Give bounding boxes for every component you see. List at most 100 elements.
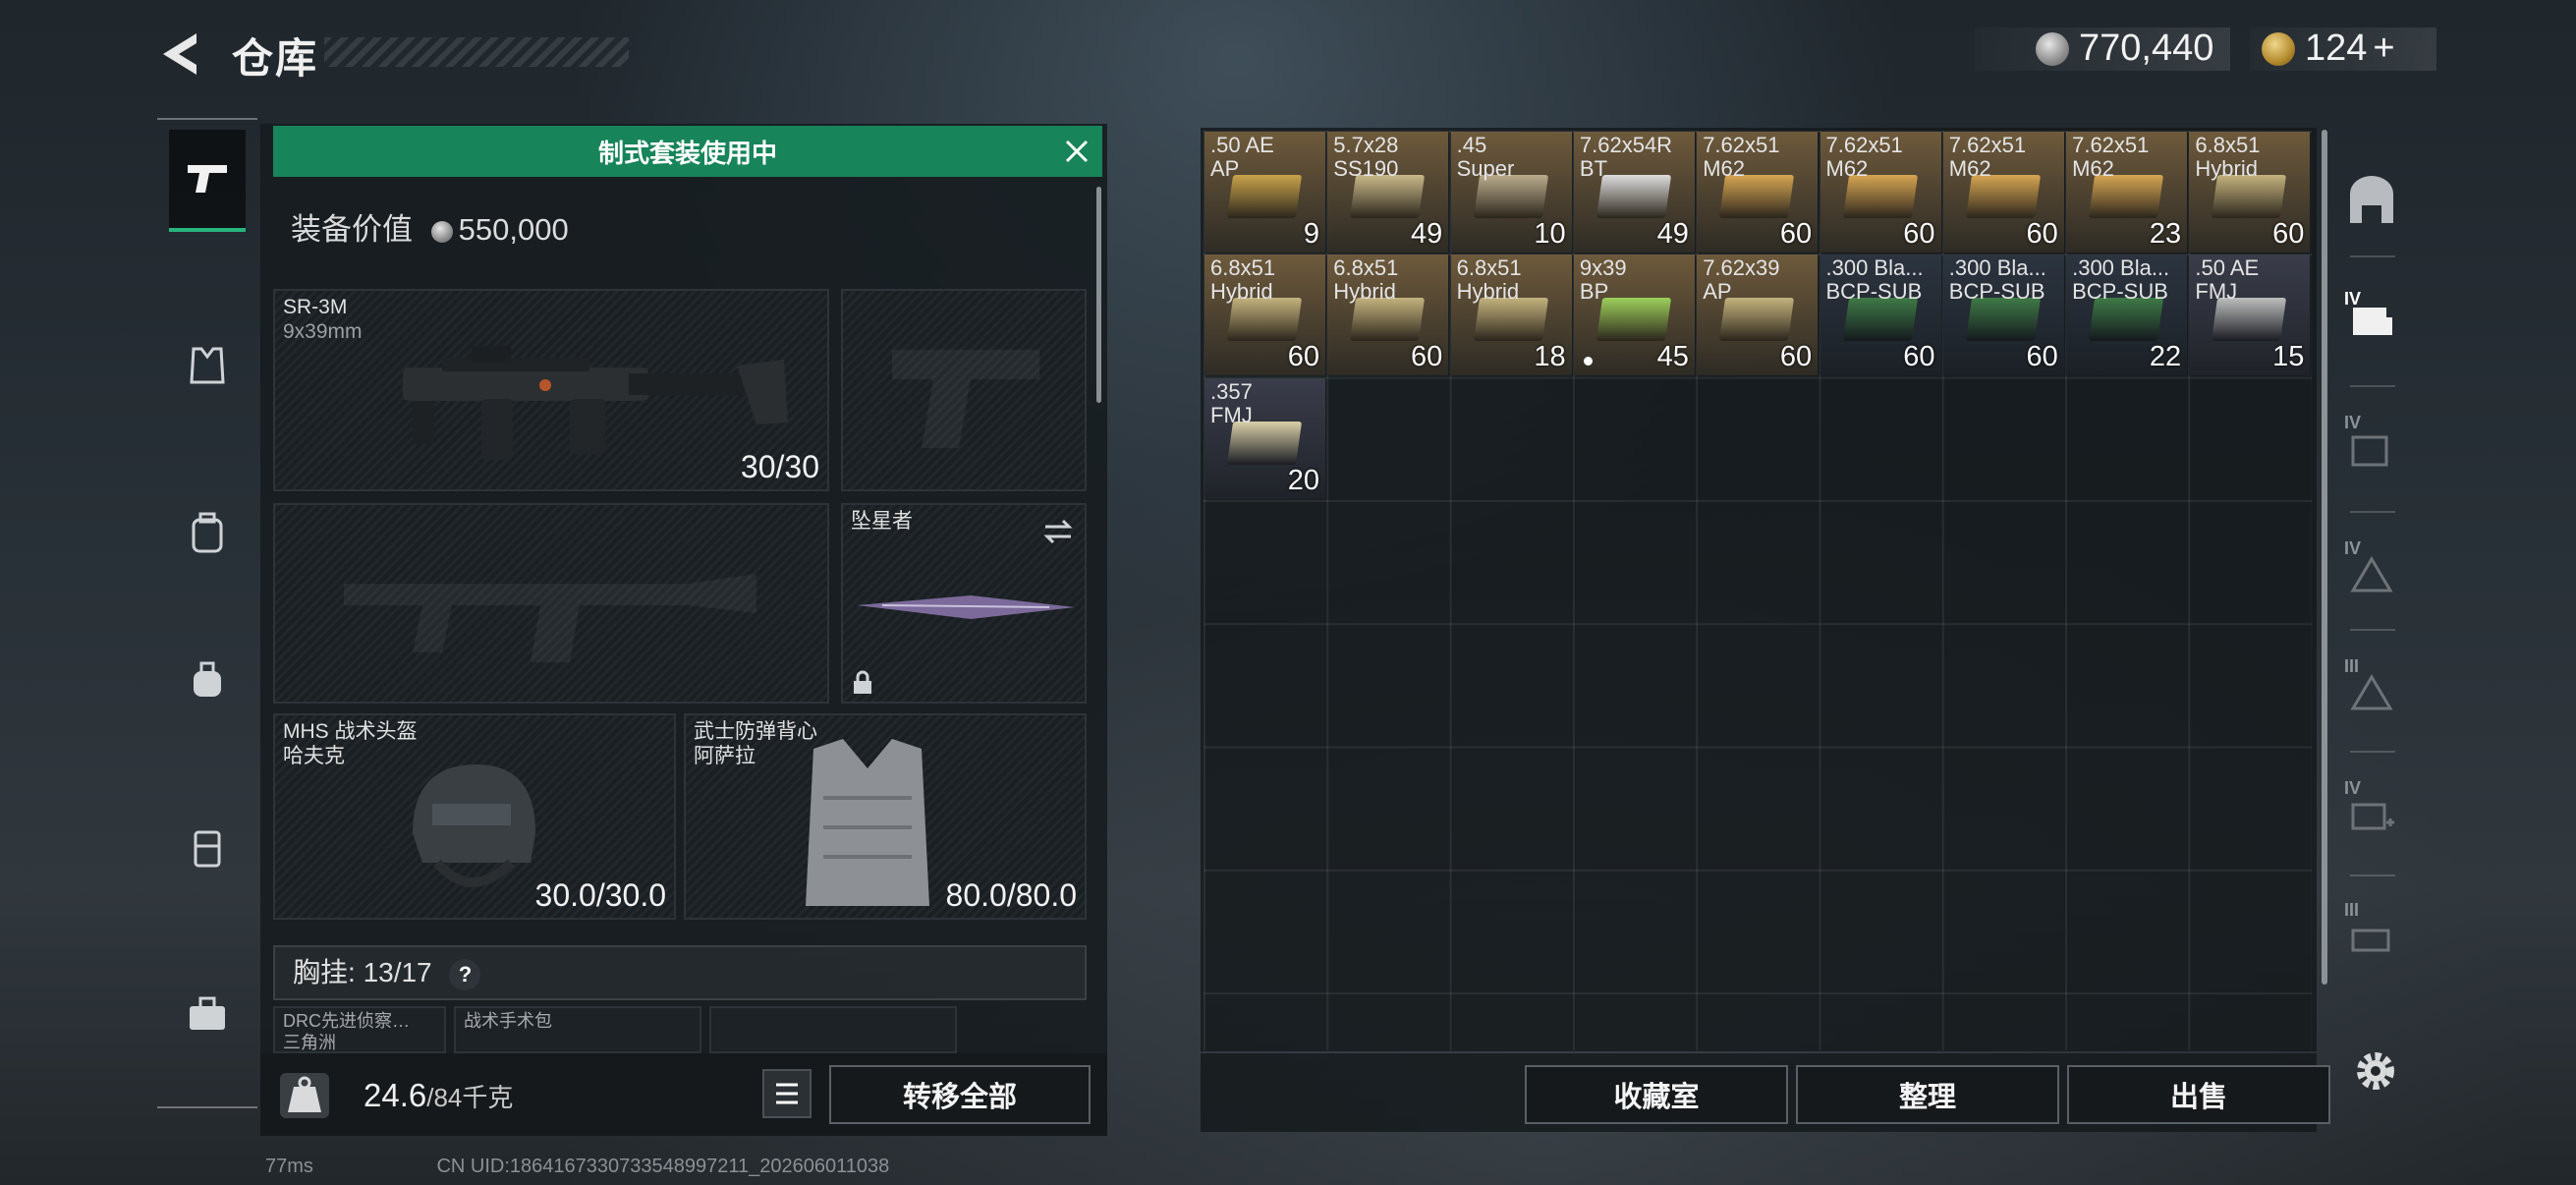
stash-ammo-item[interactable]: 7.62x51 M62 23	[2066, 132, 2188, 253]
stash-ammo-item[interactable]: .357 FMJ 20	[1204, 377, 1325, 499]
ammo-caliber: 7.62x51 M62	[2072, 133, 2150, 181]
settings-gear-icon[interactable]	[2350, 1045, 2401, 1097]
nav-case[interactable]	[169, 965, 246, 1063]
stash-scrollbar[interactable]	[2322, 130, 2327, 985]
ammo-caliber: .50 AE AP	[1210, 133, 1274, 181]
stash-ammo-item[interactable]: .300 Bla... BCP-SUB 22	[2066, 254, 2188, 376]
ammo-caliber: 6.8x51 Hybrid	[1210, 255, 1276, 305]
mini-slot-3[interactable]	[709, 1006, 957, 1053]
stash-ammo-item[interactable]: 6.8x51 Hybrid 18	[1450, 254, 1572, 376]
ammo-caliber: 7.62x51 M62	[1825, 133, 1903, 181]
ammo-box-icon	[1226, 421, 1303, 465]
ammo-count: 60	[2026, 218, 2058, 250]
nav-weapons[interactable]	[169, 130, 246, 232]
ping-value: 77ms	[265, 1156, 313, 1177]
stash-ammo-item[interactable]: .50 AE AP 9	[1204, 132, 1325, 253]
stash-tab-3[interactable]: IV	[2328, 521, 2415, 629]
weapon-name: SR-3M	[283, 296, 348, 318]
ammo-count: 60	[1903, 218, 1935, 250]
briefcase-icon	[190, 996, 225, 1030]
chest-rig-label: 胸挂:	[293, 957, 356, 988]
ammo-caliber: .300 Bla... BCP-SUB	[1825, 255, 1924, 305]
transfer-all-button[interactable]: 转移全部	[829, 1065, 1091, 1124]
stash-ammo-item[interactable]: 5.7x28 SS190 49	[1327, 132, 1449, 253]
ammo-box-icon	[1473, 298, 1548, 342]
stash-ammo-item[interactable]: 7.62x39 AP 60	[1697, 254, 1819, 376]
weight-icon	[280, 1073, 329, 1118]
ammo-count: 60	[1287, 341, 1319, 373]
secondary-weapon-slot-empty[interactable]	[273, 503, 829, 704]
stash-ammo-item[interactable]: 7.62x54R BT 49	[1573, 132, 1695, 253]
stash-tab-5[interactable]: IV	[2328, 761, 2415, 869]
helmet-slot[interactable]: MHS 战术头盔 哈夫克 30.0/30.0	[273, 713, 676, 920]
premium-currency[interactable]: 124 +	[2250, 28, 2436, 71]
melee-slot[interactable]: 坠星者	[841, 503, 1087, 704]
ammo-count: 60	[1903, 341, 1935, 373]
stash-ammo-item[interactable]: 6.8x51 Hybrid 60	[2189, 132, 2311, 253]
stash-ammo-item[interactable]: 9x39 BP 45	[1573, 254, 1695, 376]
stash-ammo-item[interactable]: .300 Bla... BCP-SUB 60	[1942, 254, 2064, 376]
silver-coin-icon	[430, 220, 453, 243]
weapon-caliber: 9x39mm	[283, 320, 363, 343]
stash-box-icon	[2351, 435, 2388, 467]
mini-slot-1[interactable]: DRC先进侦察… 三角洲	[273, 1006, 446, 1053]
nav-backpack[interactable]	[169, 483, 246, 582]
nav-pouch[interactable]	[169, 631, 246, 729]
tier-label: IV	[2344, 289, 2362, 309]
stash-tab-armory[interactable]	[2328, 147, 2415, 255]
stash-ammo-item[interactable]: .300 Bla... BCP-SUB 60	[1820, 254, 1941, 376]
swap-icon[interactable]	[1041, 517, 1075, 546]
stash-tab-2[interactable]: IV	[2328, 395, 2415, 503]
stash-ammo-item[interactable]: 7.62x51 M62 60	[1697, 132, 1819, 253]
silver-amount: 770,440	[2079, 28, 2214, 69]
preset-kit-banner: 制式套装使用中	[273, 126, 1102, 177]
nav-armor[interactable]	[169, 316, 246, 415]
ammo-box-icon	[1596, 298, 1671, 342]
armor-slot[interactable]: 武士防弹背心 阿萨拉 80.0/80.0	[684, 713, 1087, 920]
new-item-dot	[1583, 357, 1593, 367]
sort-button[interactable]: 整理	[1796, 1065, 2059, 1124]
stash-tabs: IV IV IV III IV III	[2328, 128, 2415, 1140]
ammo-caliber: .50 AE FMJ	[2195, 255, 2260, 305]
stash-ammo-item[interactable]: .50 AE FMJ 15	[2189, 254, 2311, 376]
back-arrow-icon[interactable]	[157, 29, 204, 79]
armor-durability: 80.0/80.0	[945, 877, 1077, 913]
sell-button[interactable]: 出售	[2067, 1065, 2330, 1124]
list-view-button[interactable]	[762, 1069, 812, 1118]
ammo-count: 10	[1534, 218, 1566, 250]
chest-rig-row[interactable]: 胸挂: 13/17 ?	[273, 945, 1087, 1000]
loadout-scrollbar[interactable]	[1096, 187, 1101, 403]
stash-tab-1[interactable]: IV	[2328, 265, 2415, 373]
mini-slot-2[interactable]: 战术手术包	[454, 1006, 701, 1053]
triangle-box-icon	[2350, 556, 2393, 592]
primary-weapon-slot[interactable]: SR-3M 9x39mm 30/30	[273, 289, 829, 491]
stash-ammo-item[interactable]: 6.8x51 Hybrid 60	[1204, 254, 1325, 376]
ammo-box-icon	[1842, 298, 1918, 342]
stash-ammo-item[interactable]: 7.62x51 M62 60	[1820, 132, 1941, 253]
carry-weight-max: /84千克	[426, 1083, 514, 1112]
pouch-icon	[194, 661, 221, 697]
ammo-count: 30/30	[740, 449, 819, 484]
melee-name: 坠星者	[851, 510, 913, 533]
close-icon[interactable]	[1051, 126, 1102, 177]
ammo-box-icon	[1473, 175, 1548, 218]
collection-room-button[interactable]: 收藏室	[1525, 1065, 1788, 1124]
lock-icon	[854, 670, 871, 694]
ammo-caliber: 7.62x51 M62	[1948, 133, 2027, 181]
stash-ammo-item[interactable]: 6.8x51 Hybrid 60	[1327, 254, 1449, 376]
stash-tab-4[interactable]: III	[2328, 639, 2415, 747]
nav-rig[interactable]	[169, 798, 246, 896]
vest-icon	[190, 347, 225, 384]
help-icon[interactable]: ?	[449, 958, 481, 990]
sidearm-slot-empty[interactable]	[841, 289, 1087, 491]
premium-amount: 124	[2305, 28, 2368, 69]
ammo-count: 15	[2272, 341, 2305, 373]
add-currency-icon[interactable]: +	[2373, 28, 2394, 69]
pistol-silhouette-icon	[892, 350, 1039, 448]
stash-ammo-item[interactable]: 7.62x51 M62 60	[1942, 132, 2064, 253]
stash-tab-6[interactable]: III	[2328, 882, 2415, 990]
ammo-box-icon	[2212, 298, 2287, 342]
mini-slot-1-sub: 三角洲	[283, 1033, 336, 1052]
stash-ammo-item[interactable]: .45 Super 10	[1450, 132, 1572, 253]
tier-label: III	[2344, 656, 2360, 676]
